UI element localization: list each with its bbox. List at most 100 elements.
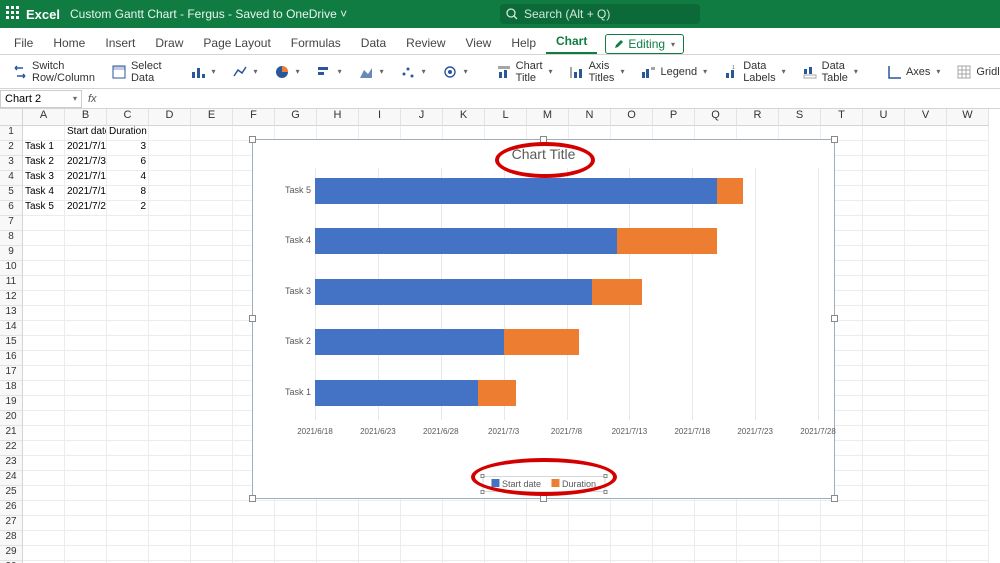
cell[interactable] [905,126,947,141]
cell[interactable] [905,231,947,246]
cell[interactable] [863,396,905,411]
cell[interactable] [23,366,65,381]
cell[interactable] [107,516,149,531]
tab-view[interactable]: View [456,32,502,54]
resize-handle[interactable] [831,495,838,502]
chart-legend[interactable]: Start date Duration [482,476,605,492]
chart-type-line-button[interactable]: ▾ [226,61,264,83]
cell[interactable] [905,201,947,216]
cell[interactable]: 4 [107,171,149,186]
cell[interactable] [275,501,317,516]
cell[interactable] [191,186,233,201]
cell[interactable] [107,471,149,486]
row-header[interactable]: 9 [0,246,23,261]
cell[interactable] [863,156,905,171]
cell[interactable] [905,396,947,411]
column-header[interactable]: B [65,109,107,126]
cell[interactable] [359,501,401,516]
cell[interactable] [653,501,695,516]
cell[interactable] [23,516,65,531]
row-header[interactable]: 1 [0,126,23,141]
cell[interactable] [821,546,863,561]
cell[interactable] [527,546,569,561]
cell[interactable]: 8 [107,186,149,201]
cell[interactable] [23,471,65,486]
cell[interactable] [485,531,527,546]
cell[interactable] [149,201,191,216]
cell[interactable] [947,171,989,186]
cell[interactable] [233,531,275,546]
cell[interactable] [65,216,107,231]
cell[interactable] [107,336,149,351]
column-header[interactable]: J [401,109,443,126]
worksheet-grid[interactable]: ABCDEFGHIJKLMNOPQRSTUVW 1Start dateDurat… [0,109,1000,563]
cell[interactable] [905,471,947,486]
column-header[interactable]: E [191,109,233,126]
row-header[interactable]: 23 [0,456,23,471]
cell[interactable] [107,456,149,471]
bar-segment-duration[interactable] [592,279,642,305]
cell[interactable] [947,336,989,351]
bar-segment-duration[interactable] [717,178,742,204]
cell[interactable] [149,231,191,246]
cell[interactable] [905,336,947,351]
legend-button[interactable]: Legend▾ [634,61,713,83]
cell[interactable] [191,471,233,486]
cell[interactable] [65,546,107,561]
cell[interactable] [863,546,905,561]
cell[interactable] [23,321,65,336]
resize-handle[interactable] [249,315,256,322]
cell[interactable]: Task 2 [23,156,65,171]
cell[interactable] [695,531,737,546]
cell[interactable]: 2021/7/1 [65,141,107,156]
cell[interactable] [947,141,989,156]
cell[interactable] [569,501,611,516]
cell[interactable] [905,516,947,531]
cell[interactable] [107,531,149,546]
cell[interactable] [317,531,359,546]
cell[interactable] [191,426,233,441]
cell[interactable] [863,381,905,396]
cell[interactable] [905,546,947,561]
cell[interactable] [191,516,233,531]
cell[interactable] [863,141,905,156]
column-header[interactable]: D [149,109,191,126]
cell[interactable] [65,486,107,501]
cell[interactable] [947,471,989,486]
cell[interactable] [485,546,527,561]
cell[interactable] [779,531,821,546]
cell[interactable] [905,171,947,186]
cell[interactable] [23,261,65,276]
cell[interactable] [107,321,149,336]
cell[interactable] [443,501,485,516]
cell[interactable] [107,381,149,396]
cell[interactable] [191,291,233,306]
cell[interactable] [947,321,989,336]
row-header[interactable]: 19 [0,396,23,411]
column-header[interactable]: P [653,109,695,126]
cell[interactable] [947,486,989,501]
row-header[interactable]: 13 [0,306,23,321]
cell[interactable] [947,456,989,471]
cell[interactable]: 3 [107,141,149,156]
cell[interactable] [947,291,989,306]
tab-insert[interactable]: Insert [95,32,145,54]
cell[interactable] [107,426,149,441]
cell[interactable] [947,366,989,381]
cell[interactable] [359,531,401,546]
cell[interactable] [863,411,905,426]
cell[interactable] [191,456,233,471]
cell[interactable] [947,231,989,246]
column-header[interactable]: G [275,109,317,126]
tab-review[interactable]: Review [396,32,455,54]
cell[interactable] [737,516,779,531]
cell[interactable] [905,351,947,366]
row-header[interactable]: 16 [0,351,23,366]
row-header[interactable]: 14 [0,321,23,336]
cell[interactable] [905,276,947,291]
row-header[interactable]: 22 [0,441,23,456]
cell[interactable] [821,516,863,531]
column-header[interactable]: F [233,109,275,126]
cell[interactable] [149,516,191,531]
cell[interactable] [65,306,107,321]
